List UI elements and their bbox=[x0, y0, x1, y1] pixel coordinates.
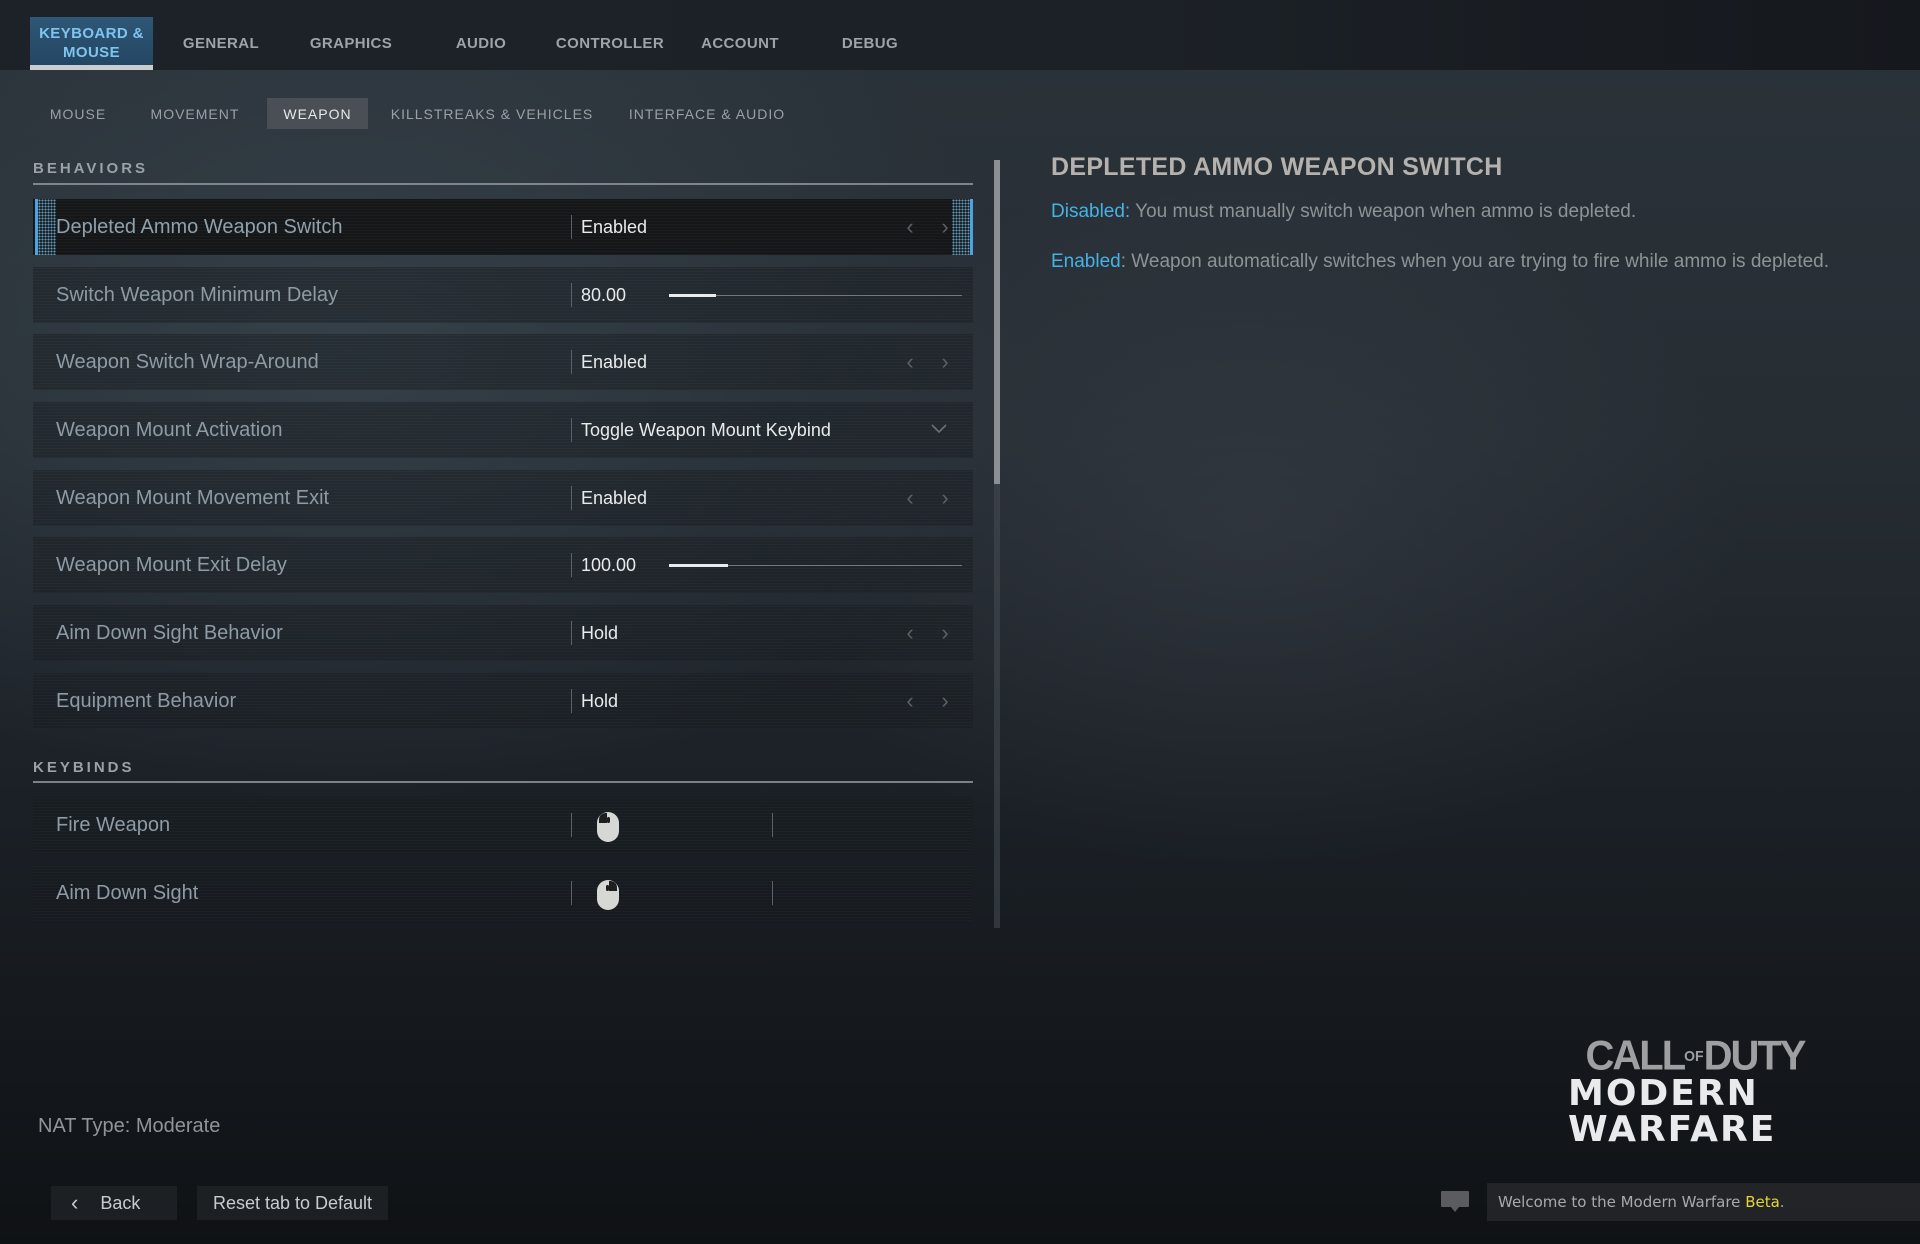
mouse-right-click-icon[interactable] bbox=[596, 879, 620, 911]
subtab-interface-audio[interactable]: INTERFACE & AUDIO bbox=[620, 98, 794, 129]
keybind-label: Aim Down Sight bbox=[56, 882, 199, 904]
setting-label: Aim Down Sight Behavior bbox=[56, 622, 283, 644]
scrollbar-thumb[interactable] bbox=[994, 160, 1000, 484]
tab-audio[interactable]: AUDIO bbox=[441, 17, 521, 70]
call-of-duty-modern-warfare-logo: CALLOFDUTY MODERN WARFARE bbox=[1560, 1035, 1830, 1150]
section-divider bbox=[33, 781, 973, 783]
chevron-left-icon[interactable]: ‹ bbox=[899, 605, 921, 661]
value-divider bbox=[571, 350, 572, 374]
setting-row-aim-down-sight-behavior[interactable]: Aim Down Sight Behavior Hold ‹ › bbox=[33, 605, 973, 661]
detail-title: DEPLETED AMMO WEAPON SWITCH bbox=[1051, 153, 1503, 181]
logo-text-of: OF bbox=[1684, 1047, 1704, 1065]
setting-label: Weapon Mount Activation bbox=[56, 419, 283, 441]
chevron-right-icon[interactable]: › bbox=[934, 470, 956, 526]
tab-controller[interactable]: CONTROLLER bbox=[550, 17, 670, 70]
system-message-bar: Welcome to the Modern Warfare Beta. bbox=[1487, 1183, 1920, 1221]
setting-value: Enabled bbox=[581, 352, 648, 372]
setting-value: 100.00 bbox=[581, 555, 637, 575]
setting-value: Hold bbox=[581, 691, 619, 711]
keybind-label: Fire Weapon bbox=[56, 814, 171, 836]
setting-row-weapon-switch-wrap-around[interactable]: Weapon Switch Wrap-Around Enabled ‹ › bbox=[33, 334, 973, 390]
message-suffix: . bbox=[1779, 1193, 1785, 1211]
tab-keyboard-mouse[interactable]: KEYBOARD & MOUSE bbox=[30, 17, 153, 70]
detail-disabled-text: You must manually switch weapon when amm… bbox=[1130, 201, 1637, 222]
setting-row-weapon-mount-movement-exit[interactable]: Weapon Mount Movement Exit Enabled ‹ › bbox=[33, 470, 973, 526]
chevron-left-icon[interactable]: ‹ bbox=[899, 334, 921, 390]
value-divider bbox=[571, 486, 572, 510]
tab-general[interactable]: GENERAL bbox=[171, 17, 271, 70]
value-divider bbox=[571, 689, 572, 713]
reset-tab-button[interactable]: Reset tab to Default bbox=[197, 1186, 388, 1220]
value-divider bbox=[571, 881, 572, 905]
logo-call-of-duty: CALLOFDUTY bbox=[1560, 1035, 1830, 1077]
setting-label: Equipment Behavior bbox=[56, 690, 237, 712]
setting-row-weapon-mount-exit-delay[interactable]: Weapon Mount Exit Delay 100.00 bbox=[33, 537, 973, 593]
setting-value: Enabled bbox=[581, 488, 648, 508]
detail-enabled-description: Enabled: Weapon automatically switches w… bbox=[1051, 249, 1841, 274]
setting-row-equipment-behavior[interactable]: Equipment Behavior Hold ‹ › bbox=[33, 673, 973, 729]
message-text: Welcome to the Modern Warfare bbox=[1498, 1193, 1746, 1211]
chevron-left-icon[interactable]: ‹ bbox=[899, 470, 921, 526]
chevron-right-icon[interactable]: › bbox=[934, 199, 956, 255]
detail-enabled-text: : Weapon automatically switches when you… bbox=[1120, 251, 1830, 272]
chevron-left-icon: ‹ bbox=[71, 1190, 79, 1215]
slider-fill[interactable] bbox=[669, 564, 728, 567]
logo-warfare: WARFARE bbox=[1568, 1109, 1777, 1150]
mouse-left-click-icon[interactable] bbox=[596, 811, 620, 843]
setting-row-weapon-mount-activation[interactable]: Weapon Mount Activation Toggle Weapon Mo… bbox=[33, 402, 973, 458]
tab-graphics[interactable]: GRAPHICS bbox=[296, 17, 406, 70]
value-divider bbox=[571, 813, 572, 837]
back-button-label: Back bbox=[100, 1192, 141, 1213]
chevron-right-icon[interactable]: › bbox=[934, 673, 956, 729]
subtab-weapon[interactable]: WEAPON bbox=[267, 98, 368, 129]
logo-text-call: CALL bbox=[1585, 1032, 1687, 1080]
setting-label: Weapon Mount Movement Exit bbox=[56, 487, 330, 509]
nat-type-status: NAT Type: Moderate bbox=[38, 1115, 221, 1137]
value-divider bbox=[571, 418, 572, 442]
tab-debug[interactable]: DEBUG bbox=[830, 17, 910, 70]
value-divider bbox=[571, 621, 572, 645]
back-button[interactable]: ‹ Back bbox=[51, 1186, 177, 1220]
chevron-right-icon[interactable]: › bbox=[934, 605, 956, 661]
secondary-bind-divider bbox=[772, 881, 773, 905]
setting-label: Depleted Ammo Weapon Switch bbox=[56, 216, 343, 238]
detail-enabled-label: Enabled bbox=[1051, 251, 1121, 272]
chevron-down-icon[interactable] bbox=[930, 422, 948, 436]
keybind-row-aim-down-sight[interactable]: Aim Down Sight bbox=[33, 865, 973, 921]
chevron-left-icon[interactable]: ‹ bbox=[899, 673, 921, 729]
value-divider bbox=[571, 215, 572, 239]
setting-row-switch-weapon-minimum-delay[interactable]: Switch Weapon Minimum Delay 80.00 bbox=[33, 267, 973, 323]
slider-fill[interactable] bbox=[669, 294, 716, 297]
setting-label: Switch Weapon Minimum Delay bbox=[56, 284, 338, 306]
logo-modern: MODERN bbox=[1568, 1073, 1759, 1114]
top-tab-bar: KEYBOARD & MOUSE GENERAL GRAPHICS AUDIO … bbox=[0, 0, 1920, 70]
setting-label: Weapon Switch Wrap-Around bbox=[56, 351, 319, 373]
value-divider bbox=[571, 283, 572, 307]
setting-label: Weapon Mount Exit Delay bbox=[56, 554, 287, 576]
section-divider bbox=[33, 183, 973, 185]
section-title-behaviors: BEHAVIORS bbox=[33, 160, 149, 177]
subtab-movement[interactable]: MOVEMENT bbox=[142, 98, 248, 129]
secondary-bind-divider bbox=[772, 813, 773, 837]
message-highlight: Beta bbox=[1745, 1193, 1780, 1211]
value-divider bbox=[571, 553, 572, 577]
keybind-row-fire-weapon[interactable]: Fire Weapon bbox=[33, 797, 973, 853]
setting-row-depleted-ammo-weapon-switch[interactable]: Depleted Ammo Weapon Switch Enabled ‹ › bbox=[33, 199, 973, 255]
tab-account[interactable]: ACCOUNT bbox=[690, 17, 790, 70]
section-title-keybinds: KEYBINDS bbox=[33, 759, 135, 776]
logo-text-duty: DUTY bbox=[1703, 1032, 1807, 1080]
setting-value: 80.00 bbox=[581, 285, 627, 305]
chat-bubble-icon[interactable] bbox=[1440, 1190, 1470, 1216]
setting-value: Toggle Weapon Mount Keybind bbox=[581, 420, 831, 440]
subtab-mouse[interactable]: MOUSE bbox=[40, 98, 116, 129]
setting-value: Enabled bbox=[581, 217, 648, 237]
detail-disabled-description: Disabled: You must manually switch weapo… bbox=[1051, 199, 1841, 224]
chevron-left-icon[interactable]: ‹ bbox=[899, 199, 921, 255]
setting-value: Hold bbox=[581, 623, 619, 643]
chevron-right-icon[interactable]: › bbox=[934, 334, 956, 390]
detail-disabled-label: Disabled: bbox=[1051, 201, 1131, 222]
subtab-killstreaks-vehicles[interactable]: KILLSTREAKS & VEHICLES bbox=[388, 98, 596, 129]
